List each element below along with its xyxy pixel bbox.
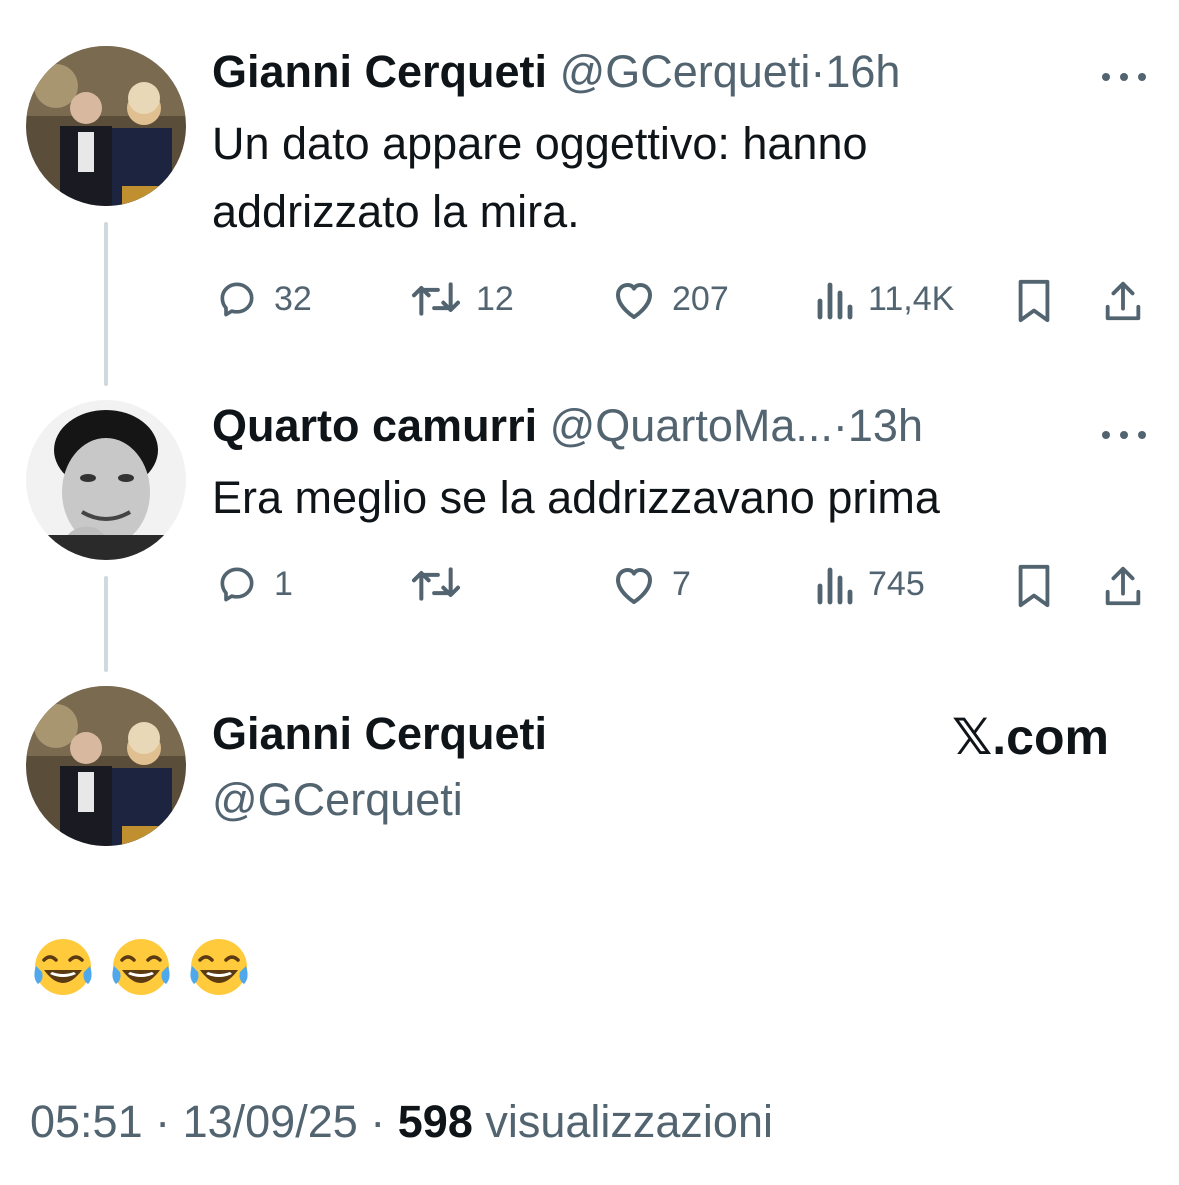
- retweet-icon: [411, 567, 461, 601]
- author-name[interactable]: Quarto camurri: [212, 400, 537, 451]
- avatar[interactable]: [26, 686, 186, 846]
- more-icon[interactable]: [1100, 418, 1148, 441]
- reply-button[interactable]: 1: [214, 562, 293, 606]
- separator: ·: [810, 46, 826, 97]
- tweet-text: Era meglio se la addrizzavano prima: [212, 464, 1112, 532]
- reply-button[interactable]: 32: [214, 277, 312, 321]
- bookmark-icon[interactable]: [1014, 563, 1054, 614]
- like-count: 7: [672, 564, 691, 603]
- tweet-text-line: addrizzato la mira.: [212, 186, 580, 237]
- main-tweet-header: Gianni Cerqueti: [212, 708, 547, 760]
- bookmark-icon[interactable]: [1014, 278, 1054, 329]
- face-with-tears-of-joy-emoji: [190, 939, 248, 995]
- avatar[interactable]: [26, 400, 186, 560]
- thread-line: [104, 576, 108, 672]
- views-count: 598: [397, 1096, 473, 1147]
- views-icon: [817, 567, 853, 605]
- heart-icon: [616, 568, 652, 604]
- tweet-header: Gianni Cerqueti @GCerqueti·16h: [212, 46, 900, 98]
- like-button[interactable]: 207: [610, 277, 729, 321]
- tweet-text: Un dato appare oggettivo: hanno addrizza…: [212, 110, 1112, 246]
- tweet-meta: 05:51 · 13/09/25 · 598 visualizzazioni: [30, 1096, 773, 1148]
- retweet-icon: [411, 282, 461, 316]
- like-count: 207: [672, 279, 729, 318]
- timestamp[interactable]: 13h: [848, 400, 923, 451]
- reply-icon: [220, 282, 254, 317]
- views-label: visualizzazioni: [472, 1096, 773, 1147]
- thread-line: [104, 222, 108, 386]
- retweet-button[interactable]: 12: [410, 277, 514, 321]
- author-name[interactable]: Gianni Cerqueti: [212, 708, 547, 759]
- reply-count: 32: [274, 279, 312, 318]
- like-button[interactable]: 7: [610, 562, 691, 606]
- separator: ·: [832, 400, 848, 451]
- views-icon: [817, 282, 853, 320]
- face-with-tears-of-joy-emoji: [112, 939, 170, 995]
- tweet-timestamp[interactable]: 05:51 · 13/09/25 ·: [30, 1096, 398, 1147]
- face-with-tears-of-joy-emoji: [34, 939, 92, 995]
- share-icon[interactable]: [1100, 278, 1146, 329]
- reply-count: 1: [274, 564, 293, 603]
- views-count: 11,4K: [868, 279, 955, 318]
- reply-icon: [220, 567, 254, 602]
- author-handle[interactable]: @GCerqueti: [560, 46, 811, 97]
- retweet-count: 12: [476, 279, 514, 318]
- author-handle[interactable]: @QuartoMa...: [550, 400, 833, 451]
- x-logo: 𝕏.com: [952, 709, 1109, 765]
- heart-icon: [616, 283, 652, 319]
- tweet-header: Quarto camurri @QuartoMa...·13h: [212, 400, 923, 452]
- views-count: 745: [868, 564, 925, 603]
- tweet-text-line: Un dato appare oggettivo: hanno: [212, 118, 868, 169]
- timestamp[interactable]: 16h: [825, 46, 900, 97]
- author-handle[interactable]: @GCerqueti: [212, 774, 463, 826]
- more-icon[interactable]: [1100, 60, 1148, 83]
- avatar[interactable]: [26, 46, 186, 206]
- tweet-text-line: Era meglio se la addrizzavano prima: [212, 472, 940, 523]
- tweet-text: [30, 934, 252, 1000]
- views-button[interactable]: 11,4K: [814, 277, 954, 321]
- retweet-button[interactable]: [410, 562, 476, 606]
- share-icon[interactable]: [1100, 563, 1146, 614]
- views-button[interactable]: 745: [814, 562, 925, 606]
- author-name[interactable]: Gianni Cerqueti: [212, 46, 547, 97]
